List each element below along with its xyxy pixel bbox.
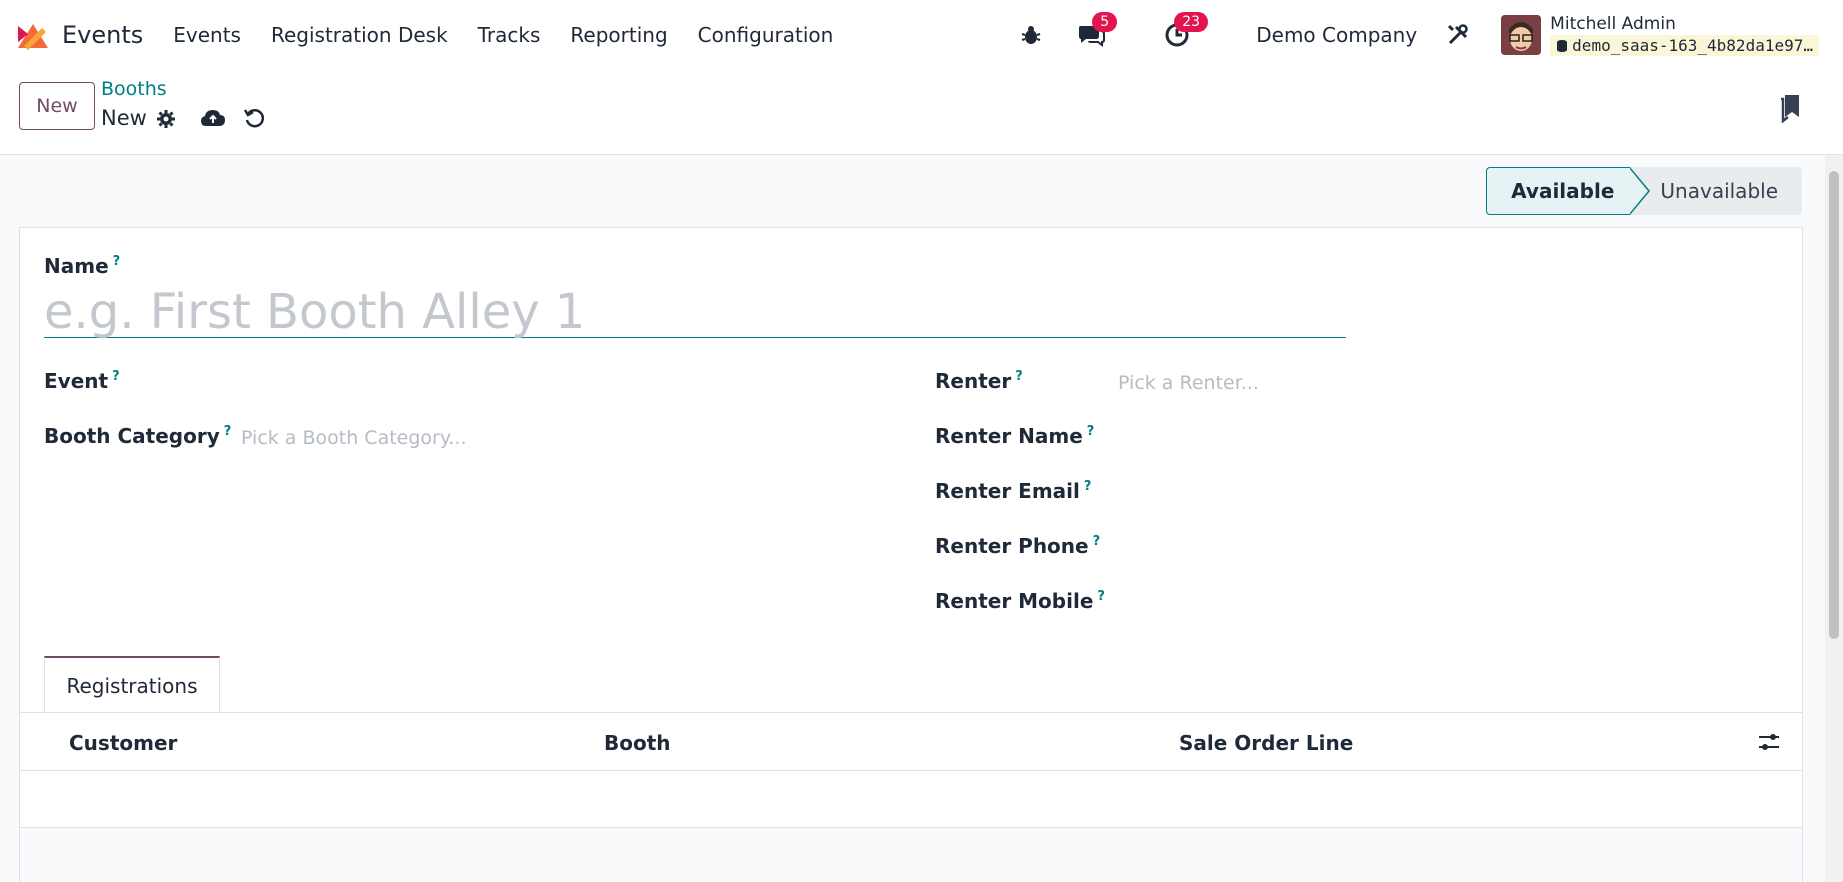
renter-label-text: Renter (935, 369, 1012, 393)
scrollbar-thumb[interactable] (1829, 171, 1839, 639)
renter-mobile-label-text: Renter Mobile (935, 589, 1094, 613)
status-bar: Available Unavailable (1486, 167, 1802, 215)
actions-gear-button[interactable] (154, 106, 178, 132)
bug-icon (1021, 26, 1041, 44)
renter-label: Renter? (935, 369, 1023, 393)
name-input[interactable]: e.g. First Booth Alley 1 (44, 284, 1346, 340)
stage-unavailable-label: Unavailable (1660, 179, 1778, 203)
user-avatar[interactable] (1501, 15, 1542, 55)
column-sale-order-line[interactable]: Sale Order Line (1179, 731, 1353, 755)
column-customer[interactable]: Customer (69, 731, 177, 755)
booth-category-label-text: Booth Category (44, 424, 220, 448)
optional-columns-toggle[interactable] (1757, 731, 1783, 755)
renter-input[interactable]: Pick a Renter... (1118, 372, 1259, 394)
renter-email-label-text: Renter Email (935, 479, 1080, 503)
user-menu[interactable]: Mitchell Admin demo_saas-163_4b82da1e97… (1550, 14, 1819, 56)
renter-name-label-text: Renter Name (935, 424, 1083, 448)
renter-help[interactable]: ? (1015, 369, 1023, 384)
name-label-text: Name (44, 254, 109, 278)
menu-events[interactable]: Events (173, 23, 241, 47)
user-name: Mitchell Admin (1550, 14, 1676, 34)
discard-button[interactable] (240, 104, 268, 132)
bookmark-button[interactable] (1776, 92, 1804, 124)
events-app-icon (18, 24, 48, 50)
renter-phone-label: Renter Phone? (935, 534, 1100, 558)
renter-phone-help[interactable]: ? (1093, 534, 1101, 549)
name-label: Name? (44, 254, 120, 278)
app-brand[interactable]: Events (14, 16, 143, 54)
sliders-icon (1759, 734, 1779, 750)
stage-available[interactable]: Available (1486, 167, 1651, 215)
registrations-table-header: Customer Booth Sale Order Line (20, 712, 1802, 771)
record-name: New (101, 106, 147, 130)
activities-button[interactable]: 23 (1160, 12, 1209, 52)
form-sheet: Name? e.g. First Booth Alley 1 Event? Bo… (19, 227, 1803, 882)
systray: 5 23 Demo Company Mitchell Admin demo_sa… (1016, 0, 1843, 70)
activities-count-badge: 23 (1174, 12, 1209, 32)
main-menu: Events Registration Desk Tracks Reportin… (173, 23, 863, 47)
column-booth[interactable]: Booth (604, 731, 671, 755)
stage-unavailable[interactable]: Unavailable (1630, 167, 1802, 215)
renter-phone-label-text: Renter Phone (935, 534, 1089, 558)
undo-icon (243, 109, 265, 128)
control-panel: New Booths New (0, 70, 1843, 155)
tools-icon (1448, 24, 1468, 45)
renter-email-help[interactable]: ? (1084, 479, 1092, 494)
stage-available-label: Available (1511, 179, 1615, 203)
new-button[interactable]: New (19, 82, 95, 130)
menu-registration-desk[interactable]: Registration Desk (271, 23, 448, 47)
tab-registrations[interactable]: Registrations (44, 656, 220, 713)
database-icon (1557, 39, 1568, 52)
menu-reporting[interactable]: Reporting (570, 23, 667, 47)
cloud-upload-icon (201, 110, 225, 126)
save-button[interactable] (198, 104, 228, 132)
bookmark-icon (1781, 95, 1799, 123)
event-label: Event? (44, 369, 120, 393)
renter-name-help[interactable]: ? (1087, 424, 1095, 439)
renter-mobile-label: Renter Mobile? (935, 589, 1105, 613)
table-empty-row (20, 771, 1802, 828)
database-label: demo_saas-163_4b82da1e97… (1572, 36, 1813, 55)
booth-category-help[interactable]: ? (224, 424, 232, 439)
event-label-text: Event (44, 369, 109, 393)
sheet-bottom-area (20, 828, 1802, 882)
menu-tracks[interactable]: Tracks (478, 23, 541, 47)
breadcrumb-booths[interactable]: Booths (101, 78, 167, 100)
booth-category-input[interactable]: Pick a Booth Category... (241, 427, 467, 449)
renter-email-label: Renter Email? (935, 479, 1091, 503)
renter-name-label: Renter Name? (935, 424, 1094, 448)
gear-icon (157, 110, 175, 128)
debug-button[interactable] (1016, 20, 1046, 50)
event-help[interactable]: ? (112, 369, 120, 384)
company-switcher[interactable]: Demo Company (1256, 23, 1417, 47)
database-name: demo_saas-163_4b82da1e97… (1550, 35, 1819, 56)
settings-tools-button[interactable] (1443, 20, 1473, 50)
messages-count-badge: 5 (1092, 12, 1118, 32)
avatar-face-icon (1501, 15, 1542, 55)
menu-configuration[interactable]: Configuration (698, 23, 834, 47)
stage-arrow-fill (1629, 168, 1649, 214)
event-input[interactable] (220, 366, 880, 398)
top-navbar: Events Events Registration Desk Tracks R… (0, 0, 1843, 70)
name-help[interactable]: ? (113, 254, 121, 269)
page-scrollbar[interactable] (1825, 155, 1843, 882)
renter-mobile-help[interactable]: ? (1097, 589, 1105, 604)
app-name: Events (62, 21, 144, 49)
booth-category-label: Booth Category? (44, 424, 231, 448)
messages-button[interactable]: 5 (1074, 12, 1118, 52)
